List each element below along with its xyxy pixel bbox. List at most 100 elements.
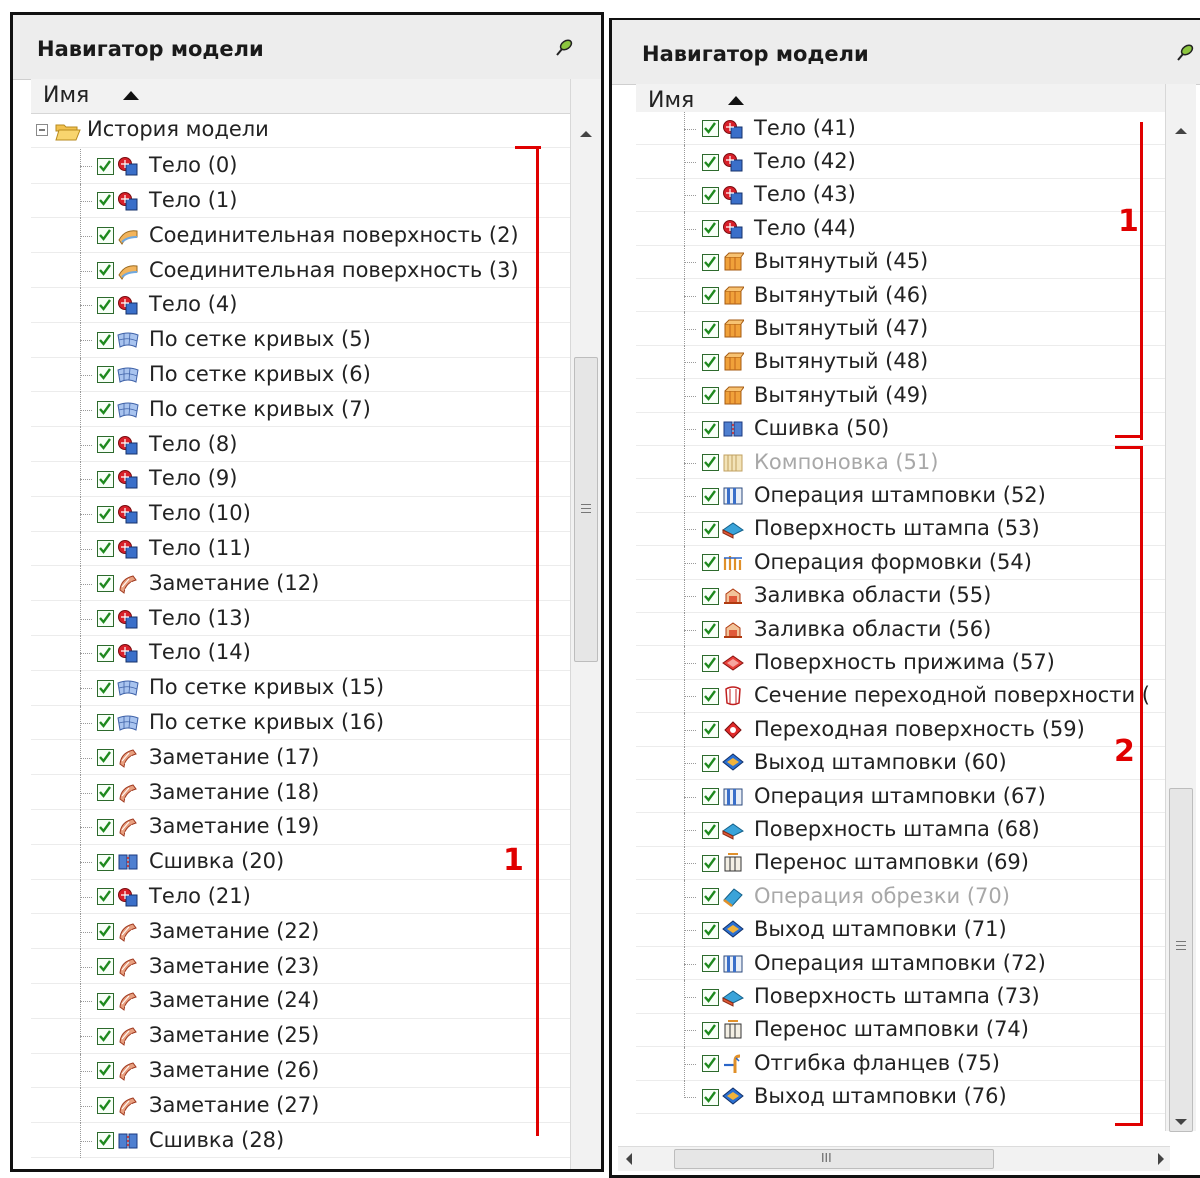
visibility-checkbox[interactable] (97, 992, 114, 1010)
visibility-checkbox[interactable] (702, 253, 719, 271)
tree-row[interactable]: Соединительная поверхность (2) (31, 218, 571, 254)
tree-row[interactable]: Тело (21) (31, 879, 571, 915)
tree-row[interactable]: Тело (13) (31, 601, 571, 636)
visibility-checkbox[interactable] (97, 331, 114, 349)
tree-row[interactable]: Сшивка (20) (31, 844, 571, 880)
visibility-checkbox[interactable] (702, 654, 719, 672)
scroll-up-icon[interactable] (1175, 128, 1187, 134)
visibility-checkbox[interactable] (702, 888, 719, 906)
visibility-checkbox[interactable] (702, 287, 719, 305)
hscroll-thumb[interactable]: III (674, 1149, 994, 1169)
visibility-checkbox[interactable] (702, 921, 719, 939)
tree-row[interactable]: Тело (11) (31, 531, 571, 567)
vertical-scrollbar[interactable] (1165, 84, 1196, 1132)
tree-row[interactable]: Перенос штамповки (74) (636, 1013, 1166, 1048)
tree-row[interactable]: Тело (9) (31, 462, 571, 497)
visibility-checkbox[interactable] (97, 436, 114, 454)
column-header-name[interactable]: Имя (31, 79, 571, 114)
tree-row[interactable]: Переходная поверхность (59) (636, 713, 1166, 747)
visibility-checkbox[interactable] (702, 554, 719, 572)
tree-row[interactable]: Заметание (19) (31, 810, 571, 845)
visibility-checkbox[interactable] (97, 888, 114, 906)
vertical-scrollbar[interactable] (570, 79, 601, 1169)
pin-icon[interactable] (555, 37, 575, 57)
tree-row[interactable]: Заливка области (56) (636, 613, 1166, 647)
visibility-checkbox[interactable] (702, 587, 719, 605)
visibility-checkbox[interactable] (97, 470, 114, 488)
tree-row[interactable]: Поверхность прижима (57) (636, 646, 1166, 680)
visibility-checkbox[interactable] (97, 1027, 114, 1045)
tree-row[interactable]: Вытянутый (48) (636, 345, 1166, 380)
tree-row[interactable]: Тело (0) (31, 148, 571, 184)
tree-row[interactable]: По сетке кривых (16) (31, 705, 571, 741)
visibility-checkbox[interactable] (702, 487, 719, 505)
visibility-checkbox[interactable] (97, 262, 114, 280)
visibility-checkbox[interactable] (97, 784, 114, 802)
visibility-checkbox[interactable] (702, 220, 719, 238)
tree-row[interactable]: Заметание (17) (31, 740, 571, 776)
scroll-thumb[interactable] (574, 357, 598, 662)
tree-row[interactable]: Заметание (23) (31, 949, 571, 984)
visibility-checkbox[interactable] (702, 353, 719, 371)
tree-row[interactable]: Сшивка (28) (31, 1123, 571, 1158)
visibility-checkbox[interactable] (702, 153, 719, 171)
visibility-checkbox[interactable] (702, 955, 719, 973)
visibility-checkbox[interactable] (97, 610, 114, 628)
visibility-checkbox[interactable] (97, 1097, 114, 1115)
tree-row[interactable]: Тело (44) (636, 212, 1166, 246)
visibility-checkbox[interactable] (702, 988, 719, 1006)
scroll-right-icon[interactable] (1158, 1153, 1164, 1165)
collapse-icon[interactable] (36, 124, 48, 136)
tree-row[interactable]: По сетке кривых (5) (31, 322, 571, 358)
tree-row[interactable]: По сетке кривых (6) (31, 357, 571, 393)
visibility-checkbox[interactable] (97, 714, 114, 732)
visibility-checkbox[interactable] (702, 387, 719, 405)
tree-row[interactable]: Заметание (27) (31, 1088, 571, 1124)
visibility-checkbox[interactable] (97, 540, 114, 558)
visibility-checkbox[interactable] (702, 1021, 719, 1039)
visibility-checkbox[interactable] (702, 687, 719, 705)
visibility-checkbox[interactable] (97, 958, 114, 976)
tree-row[interactable]: Заметание (22) (31, 914, 571, 950)
visibility-checkbox[interactable] (702, 120, 719, 138)
tree-row[interactable]: Поверхность штампа (53) (636, 512, 1166, 547)
tree-row[interactable]: По сетке кривых (15) (31, 670, 571, 706)
tree-row[interactable]: Отгибка фланцев (75) (636, 1047, 1166, 1081)
tree-row[interactable]: Тело (10) (31, 496, 571, 532)
visibility-checkbox[interactable] (97, 679, 114, 697)
tree-row[interactable]: По сетке кривых (7) (31, 392, 571, 428)
visibility-checkbox[interactable] (97, 644, 114, 662)
tree-row[interactable]: Поверхность штампа (73) (636, 980, 1166, 1014)
tree-row[interactable]: Заметание (26) (31, 1053, 571, 1089)
tree-row[interactable]: Вытянутый (49) (636, 379, 1166, 413)
tree-row[interactable]: Соединительная поверхность (3) (31, 253, 571, 288)
visibility-checkbox[interactable] (97, 296, 114, 314)
tree-row[interactable]: Вытянутый (47) (636, 312, 1166, 346)
scroll-down-icon[interactable] (1175, 1119, 1187, 1125)
visibility-checkbox[interactable] (97, 818, 114, 836)
visibility-checkbox[interactable] (97, 192, 114, 210)
tree-row[interactable]: Выход штамповки (60) (636, 746, 1166, 780)
visibility-checkbox[interactable] (97, 157, 114, 175)
visibility-checkbox[interactable] (97, 853, 114, 871)
visibility-checkbox[interactable] (97, 366, 114, 384)
tree-row[interactable]: Тело (4) (31, 288, 571, 323)
tree-row[interactable]: Операция штамповки (67) (636, 780, 1166, 814)
visibility-checkbox[interactable] (702, 320, 719, 338)
tree-row[interactable]: Тело (8) (31, 427, 571, 462)
tree-row[interactable]: Выход штамповки (76) (636, 1080, 1166, 1114)
tree-root-row[interactable]: История модели (31, 114, 571, 148)
tree-row[interactable]: Выход штамповки (71) (636, 913, 1166, 947)
scroll-up-icon[interactable] (580, 131, 592, 137)
tree-row[interactable]: Тело (41) (636, 112, 1166, 146)
visibility-checkbox[interactable] (702, 821, 719, 839)
visibility-checkbox[interactable] (97, 401, 114, 419)
tree-row[interactable]: Перенос штамповки (69) (636, 846, 1166, 881)
visibility-checkbox[interactable] (97, 923, 114, 941)
visibility-checkbox[interactable] (97, 1132, 114, 1150)
visibility-checkbox[interactable] (702, 621, 719, 639)
tree-row[interactable]: Заливка области (55) (636, 579, 1166, 613)
tree-row[interactable]: Тело (42) (636, 145, 1166, 179)
visibility-checkbox[interactable] (97, 749, 114, 767)
tree-row[interactable]: Тело (43) (636, 178, 1166, 213)
